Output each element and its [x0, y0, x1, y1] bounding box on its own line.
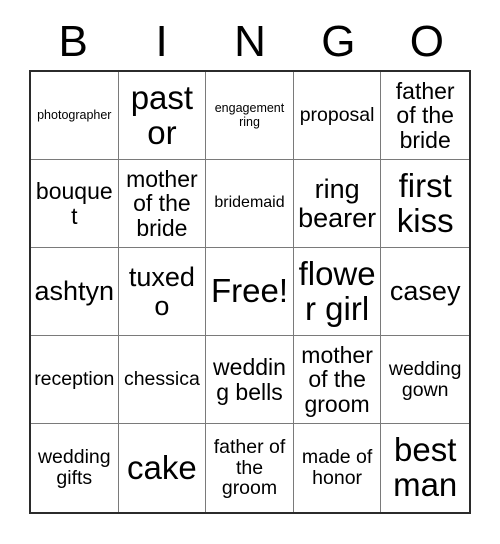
bingo-cell[interactable]: bridemaid — [206, 160, 294, 248]
bingo-cell[interactable]: chessica — [118, 336, 207, 424]
bingo-cell[interactable]: proposal — [293, 72, 382, 160]
bingo-cell[interactable]: made of honor — [294, 424, 382, 512]
bingo-cell[interactable]: photographer — [31, 72, 119, 160]
bingo-cell[interactable]: cake — [119, 424, 207, 512]
bingo-cell-label: pastor — [130, 78, 194, 151]
bingo-grid: photographer pastor engagement ring prop… — [29, 70, 471, 514]
bingo-cell[interactable]: engagement ring — [206, 72, 294, 160]
bingo-cell-label: bridemaid — [214, 194, 285, 212]
bingo-cell-label: made of honor — [301, 446, 373, 489]
bingo-cell-label: mother of the groom — [301, 341, 373, 417]
bingo-cell[interactable]: father of the bride — [381, 72, 469, 160]
bingo-cell-label: wedding bells — [213, 354, 286, 405]
bingo-cell-label: casey — [389, 276, 461, 307]
bingo-cell-label: wedding gown — [388, 357, 462, 401]
bingo-header-letter-g: G — [321, 17, 356, 66]
bingo-cell[interactable]: mother of the bride — [118, 160, 207, 248]
bingo-header-letter-b: B — [58, 17, 88, 66]
bingo-card: B I N G O photographer pastor engagement… — [0, 0, 500, 544]
bingo-cell[interactable]: wedding gown — [381, 336, 469, 424]
bingo-cell-label: engagement ring — [214, 101, 285, 129]
bingo-cell[interactable]: bouquet — [31, 160, 119, 248]
bingo-cell[interactable]: casey — [381, 248, 469, 336]
bingo-cell-label: proposal — [299, 104, 375, 127]
bingo-cell-label: first kiss — [396, 166, 454, 239]
bingo-cell-label: reception — [34, 368, 115, 391]
bingo-cell-label: best man — [393, 431, 458, 503]
bingo-cell-label: flower girl — [298, 254, 376, 327]
bingo-cell[interactable]: flower girl — [293, 248, 382, 336]
bingo-header-letter-n: N — [234, 17, 266, 66]
bingo-cell[interactable]: father of the groom — [206, 424, 294, 512]
bingo-cell-label: Free! — [210, 272, 288, 310]
bingo-cell[interactable]: best man — [381, 424, 469, 512]
bingo-cell-label: photographer — [37, 107, 112, 122]
bingo-cell[interactable]: ring bearer — [293, 160, 382, 248]
bingo-cell-label: chessica — [123, 368, 200, 391]
bingo-cell[interactable]: tuxedo — [118, 248, 207, 336]
bingo-cell-label: cake — [127, 448, 197, 486]
bingo-cell[interactable]: mother of the groom — [293, 336, 382, 424]
bingo-cell[interactable]: reception — [31, 336, 119, 424]
bingo-cell[interactable]: pastor — [118, 72, 207, 160]
bingo-cell-label: bouquet — [35, 178, 113, 229]
bingo-cell-label: father of the bride — [395, 77, 455, 153]
bingo-cell[interactable]: ashtyn — [31, 248, 119, 336]
bingo-header-letter-i: I — [155, 17, 168, 66]
bingo-cell-free[interactable]: Free! — [206, 248, 294, 336]
bingo-header-letter-o: O — [409, 17, 444, 66]
bingo-cell[interactable]: wedding gifts — [31, 424, 119, 512]
bingo-header-row: B I N G O — [29, 14, 471, 70]
bingo-cell[interactable]: first kiss — [381, 160, 469, 248]
bingo-cell[interactable]: wedding bells — [206, 336, 294, 424]
bingo-cell-label: wedding gifts — [37, 446, 111, 489]
bingo-cell-label: ring bearer — [298, 173, 377, 233]
bingo-cell-label: tuxedo — [128, 261, 195, 321]
bingo-cell-label: ashtyn — [34, 276, 115, 307]
bingo-cell-label: father of the groom — [213, 436, 286, 500]
bingo-cell-label: mother of the bride — [126, 165, 198, 241]
